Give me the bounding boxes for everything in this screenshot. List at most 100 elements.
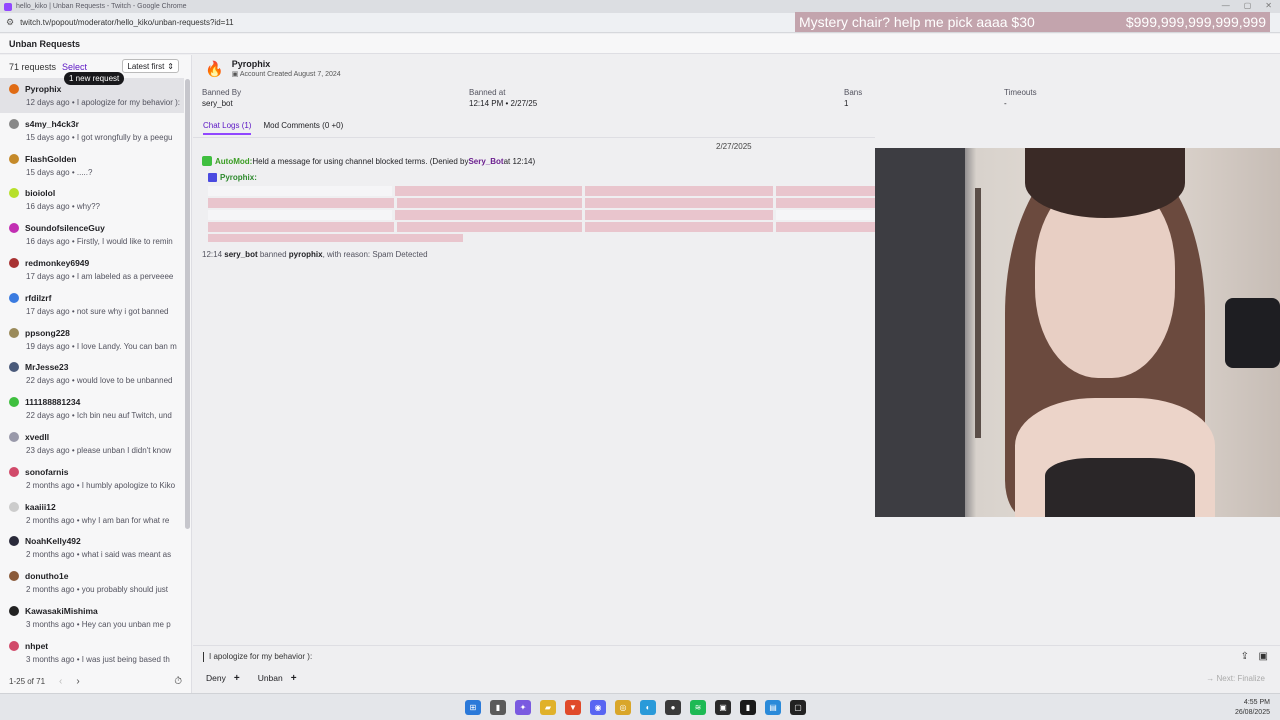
request-message: why I am ban for what re: [81, 515, 170, 525]
timer-icon[interactable]: ⏱: [174, 676, 182, 687]
held-message-username[interactable]: Pyrophix:: [220, 173, 257, 182]
next-page-icon[interactable]: ›: [76, 676, 79, 687]
request-list-item[interactable]: sonofarnis 2 months ago • I humbly apolog…: [0, 461, 184, 496]
request-list: Pyrophix 12 days ago • I apologize for my…: [0, 78, 184, 670]
deny-button[interactable]: Deny +: [206, 673, 240, 684]
brave-icon[interactable]: ▼: [565, 700, 581, 715]
spotify-icon[interactable]: ≋: [690, 700, 706, 715]
separator-dot: •: [69, 237, 77, 247]
account-created: ▣ Account Created August 7, 2024: [232, 70, 341, 78]
request-username: rfdilzrf: [25, 292, 52, 303]
request-list-item[interactable]: NoahKelly492 2 months ago • what i said w…: [0, 530, 184, 565]
request-list-item[interactable]: KawasakiMishima 3 months ago • Hey can yo…: [0, 600, 184, 635]
folder-icon[interactable]: ▰: [540, 700, 556, 715]
request-list-item[interactable]: xvedll 23 days ago • please unban I didn'…: [0, 426, 184, 461]
request-username: NoahKelly492: [25, 536, 81, 547]
separator-dot: •: [74, 619, 82, 629]
chrome-icon[interactable]: ◎: [615, 700, 631, 715]
separator-dot: •: [69, 132, 77, 142]
notes-icon[interactable]: ▤: [765, 700, 781, 715]
request-list-item[interactable]: ppsong228 19 days ago • I love Landy. You…: [0, 322, 184, 357]
deny-label: Deny: [206, 673, 226, 683]
request-list-item[interactable]: bioiolol 16 days ago • why??: [0, 182, 184, 217]
prev-page-icon[interactable]: ‹: [59, 676, 62, 687]
banned-at-value: 12:14 PM • 2/27/25: [469, 99, 538, 108]
request-message: I was just being based th: [81, 654, 170, 664]
request-list-item[interactable]: rfdilzrf 17 days ago • not sure why i got…: [0, 287, 184, 322]
request-username: FlashGolden: [25, 153, 77, 164]
request-list-item[interactable]: kaaiii12 2 months ago • why I am ban for …: [0, 496, 184, 531]
request-list-item[interactable]: 111188881234 22 days ago • Ich bin neu au…: [0, 391, 184, 426]
request-list-item[interactable]: s4my_h4ck3r 15 days ago • I got wrongfull…: [0, 113, 184, 148]
request-list-item[interactable]: redmonkey6949 17 days ago • I am labeled …: [0, 252, 184, 287]
banned-by-value: sery_bot: [202, 99, 233, 108]
url-text[interactable]: twitch.tv/popout/moderator/hello_kiko/un…: [20, 18, 234, 27]
user-name[interactable]: Pyrophix: [232, 59, 341, 69]
automod-shield-icon: [202, 156, 212, 166]
request-preview: 19 days ago • I love Landy. You can ban …: [9, 342, 184, 351]
site-settings-icon[interactable]: ⚙: [6, 17, 14, 28]
request-list-item[interactable]: nhpet 3 months ago • I was just being bas…: [0, 635, 184, 670]
maximize-icon[interactable]: ▢: [1244, 1, 1252, 10]
tab-chat-logs[interactable]: Chat Logs (1): [203, 121, 252, 135]
edge-icon[interactable]: ◐: [640, 700, 656, 715]
request-time: 16 days ago: [26, 237, 70, 247]
action-bar: Deny + Unban + → Next: Finalize: [193, 667, 1280, 689]
page-title: Unban Requests: [0, 34, 1280, 54]
request-preview: 22 days ago • would love to be unbanned: [9, 376, 184, 385]
request-message: Firstly, I would like to remin: [76, 237, 173, 247]
comment-icon[interactable]: ▣: [1259, 651, 1268, 662]
twitch-studio-icon[interactable]: ▢: [790, 700, 806, 715]
text-cursor: [203, 651, 204, 662]
request-username: Pyrophix: [25, 84, 62, 94]
request-list-item[interactable]: MrJesse23 22 days ago • would love to be …: [0, 356, 184, 391]
reply-text[interactable]: I apologize for my behavior ):: [209, 652, 312, 661]
request-preview: 3 months ago • Hey can you unban me p: [9, 620, 184, 629]
separator-dot: •: [74, 585, 82, 595]
request-message: what i said was meant as: [81, 550, 172, 560]
request-time: 22 days ago: [26, 376, 70, 386]
request-message: not sure why i got banned: [76, 306, 169, 316]
upload-icon[interactable]: ⇪: [1241, 651, 1249, 662]
window-controls: — ▢ ✕: [1222, 1, 1272, 10]
streamer-webcam: [875, 148, 1280, 517]
request-preview: 2 months ago • why I am ban for what re: [9, 516, 184, 525]
request-time: 15 days ago: [26, 167, 70, 177]
new-request-tooltip[interactable]: 1 new request: [64, 72, 125, 85]
requests-sidebar: 71 requests Select Latest first ⇕ 1 new …: [0, 55, 192, 693]
arrow-icon: →: [1206, 673, 1215, 683]
file-explorer-icon[interactable]: ▮: [490, 700, 506, 715]
sort-dropdown[interactable]: Latest first ⇕: [122, 59, 179, 73]
tab-mod-comments[interactable]: Mod Comments (0 +0): [263, 121, 343, 135]
request-username: sonofarnis: [25, 466, 69, 477]
discord-icon[interactable]: ◉: [590, 700, 606, 715]
plus-icon: +: [290, 672, 297, 684]
request-message: I love Landy. You can ban m: [76, 341, 177, 351]
request-time: 22 days ago: [26, 411, 70, 421]
sidebar-scrollbar[interactable]: [185, 79, 190, 529]
request-message: .....?: [76, 167, 93, 177]
app-icon[interactable]: ▮: [740, 700, 756, 715]
request-username: donutho1e: [25, 571, 69, 582]
copilot-icon[interactable]: ✦: [515, 700, 531, 715]
taskbar-clock[interactable]: 4:55 PM 26/08/2025: [1235, 698, 1270, 718]
denied-by-name[interactable]: Sery_Bot: [468, 157, 503, 166]
request-list-item[interactable]: FlashGolden 15 days ago • .....?: [0, 148, 184, 183]
next-finalize-button[interactable]: → Next: Finalize: [1206, 674, 1265, 683]
unban-button[interactable]: Unban +: [258, 673, 297, 684]
obs-icon[interactable]: ●: [665, 700, 681, 715]
ban-target-user[interactable]: pyrophix: [289, 250, 323, 259]
terminal-icon[interactable]: ▣: [715, 700, 731, 715]
select-link[interactable]: Select: [62, 62, 87, 72]
minimize-icon[interactable]: —: [1222, 1, 1230, 10]
request-list-item[interactable]: SoundofsilenceGuy 16 days ago • Firstly, …: [0, 217, 184, 252]
ban-by-user[interactable]: sery_bot: [224, 250, 257, 259]
request-list-item[interactable]: donutho1e 2 months ago • you probably sho…: [0, 565, 184, 600]
held-spam-message: [208, 186, 875, 242]
reply-input[interactable]: I apologize for my behavior ): ⇪ ▣: [193, 645, 1280, 667]
windows-start-icon[interactable]: ⊞: [465, 700, 481, 715]
request-time: 3 months ago: [26, 619, 75, 629]
separator-dot: •: [69, 271, 77, 281]
close-icon[interactable]: ✕: [1265, 1, 1272, 10]
automod-label: AutoMod:: [215, 156, 253, 166]
